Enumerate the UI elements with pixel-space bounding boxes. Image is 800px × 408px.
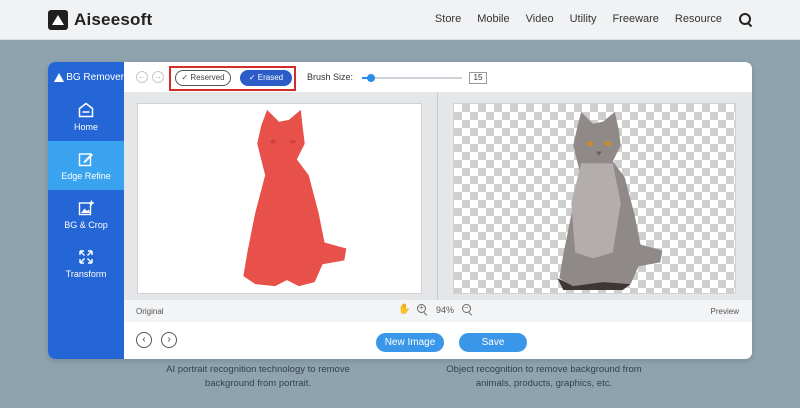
zoom-controls: ✋ + 94% − [398, 303, 473, 315]
editor-area: ← → ✓ Reserved ✓ Erased Brush Size: 15 O… [124, 62, 752, 359]
workspace [124, 92, 752, 300]
nav-item-store[interactable]: Store [435, 13, 461, 25]
portrait-caption: AI portrait recognition technology to re… [166, 364, 350, 389]
reserved-label: Reserved [190, 73, 225, 82]
sidebar-item-bg-crop[interactable]: BG & Crop [48, 190, 124, 239]
search-icon[interactable] [738, 12, 752, 26]
sidebar-item-label: Transform [65, 268, 107, 279]
redo-icon: → [154, 72, 162, 81]
reserved-button[interactable]: ✓ Reserved [175, 70, 231, 86]
sidebar-item-label: Edge Refine [61, 170, 111, 181]
main-nav: Store Mobile Video Utility Freeware Reso… [435, 12, 752, 26]
brush-size-slider[interactable] [362, 74, 462, 82]
edit-icon [78, 152, 93, 166]
chevron-left-icon: ‹ [142, 334, 146, 345]
brush-keep-icon: ✓ [181, 73, 189, 82]
redo-button[interactable]: → [152, 71, 164, 83]
erased-label: Erased [257, 73, 284, 82]
cat-cutout-image [557, 111, 663, 291]
toolbar: ← → ✓ Reserved ✓ Erased Brush Size: 15 [124, 62, 752, 92]
bg-remover-app: BG Remover Home Edge Refine BG & Crop Tr… [48, 62, 752, 359]
crop-image-icon [78, 200, 94, 215]
preview-label: Preview [710, 307, 739, 316]
sidebar-item-home[interactable]: Home [48, 92, 124, 141]
nav-item-utility[interactable]: Utility [570, 13, 597, 25]
new-image-button[interactable]: New Image [376, 333, 444, 352]
back-button[interactable]: ‹ [136, 332, 152, 348]
nav-item-freeware[interactable]: Freeware [612, 13, 658, 25]
undo-icon: ← [138, 72, 146, 81]
sidebar-item-label: BG & Crop [64, 219, 108, 230]
slider-handle[interactable] [367, 74, 375, 82]
app-logo-icon [54, 72, 65, 82]
transform-icon [79, 249, 93, 264]
bottom-bar: ‹ › New Image Save [124, 322, 752, 359]
zoom-in-icon[interactable]: + [417, 303, 428, 315]
chevron-right-icon: › [167, 334, 171, 345]
brand-logo[interactable]: Aiseesoft [48, 10, 152, 30]
logo-icon [48, 10, 68, 30]
zoom-level: 94% [436, 304, 455, 315]
site-header: Aiseesoft Store Mobile Video Utility Fre… [0, 0, 800, 40]
cat-mask-image [243, 109, 347, 287]
nav-item-video[interactable]: Video [526, 13, 554, 25]
forward-button[interactable]: › [161, 332, 177, 348]
nav-item-resource[interactable]: Resource [675, 13, 722, 25]
home-icon [78, 102, 94, 117]
nav-item-mobile[interactable]: Mobile [477, 13, 509, 25]
sidebar: BG Remover Home Edge Refine BG & Crop Tr… [48, 62, 124, 359]
sidebar-item-edge-refine[interactable]: Edge Refine [48, 141, 124, 190]
brush-erase-icon: ✓ [248, 73, 256, 82]
hand-pan-icon[interactable]: ✋ [398, 304, 410, 315]
zoom-out-icon[interactable]: − [462, 303, 473, 315]
brush-size-value[interactable]: 15 [469, 72, 487, 84]
app-title-text: BG Remover [66, 71, 124, 83]
app-title: BG Remover [48, 62, 124, 92]
undo-button[interactable]: ← [136, 71, 148, 83]
status-bar: Original ✋ + 94% − Preview [124, 300, 752, 322]
original-label: Original [136, 307, 164, 316]
sidebar-item-transform[interactable]: Transform [48, 239, 124, 288]
original-panel[interactable] [137, 103, 422, 294]
preview-panel[interactable] [453, 103, 736, 294]
panel-divider [437, 92, 438, 300]
erased-button[interactable]: ✓ Erased [240, 70, 292, 86]
save-button[interactable]: Save [459, 333, 527, 352]
object-caption: Object recognition to remove background … [446, 364, 642, 389]
brush-size-label: Brush Size: [307, 72, 354, 82]
sidebar-item-label: Home [73, 121, 98, 132]
brand-name: Aiseesoft [74, 10, 153, 29]
